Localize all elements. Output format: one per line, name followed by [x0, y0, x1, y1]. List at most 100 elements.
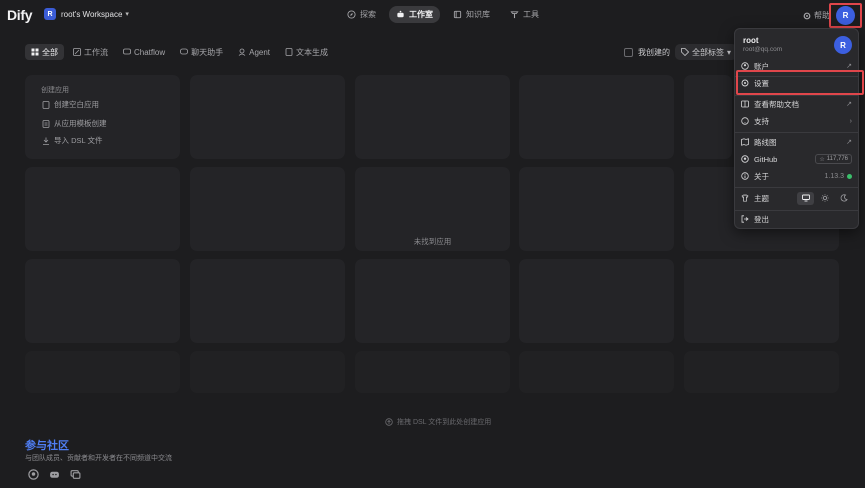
nav-tools-label: 工具 — [523, 10, 539, 19]
filter-chatflow[interactable]: Chatflow — [117, 44, 171, 60]
import-dsl-label: 导入 DSL 文件 — [54, 136, 103, 145]
gear-icon — [803, 12, 811, 19]
discord-icon[interactable] — [49, 469, 60, 480]
nav-knowledge-label: 知识库 — [466, 10, 490, 19]
book-icon — [453, 10, 462, 19]
create-from-template-label: 从应用模板创建 — [54, 119, 107, 128]
created-by-me-checkbox[interactable] — [624, 48, 633, 57]
theme-dark-button[interactable] — [835, 192, 852, 205]
app-card-placeholder — [190, 75, 345, 159]
version-text: 1.13.3 — [824, 172, 844, 180]
github-stars-count: 117,776 — [826, 156, 848, 162]
chevron-down-icon: ▾ — [125, 11, 129, 18]
menu-avatar: R — [834, 36, 852, 54]
app-card-placeholder — [355, 351, 510, 393]
create-blank-app-button[interactable]: 创建空白应用 — [42, 99, 99, 110]
theme-system-button[interactable] — [797, 191, 814, 205]
logo[interactable]: Dify — [7, 7, 33, 23]
dsl-drop-hint: 拖拽 DSL 文件到此处创建应用 — [385, 417, 491, 427]
created-by-me-toggle[interactable]: 我创建的 — [624, 47, 670, 58]
document-icon — [285, 48, 293, 56]
theme-switcher — [797, 191, 852, 205]
external-link-icon: ↗ — [846, 63, 852, 70]
workspace-badge: R — [44, 8, 56, 20]
filter-text-generation[interactable]: 文本生成 — [279, 44, 334, 60]
app-card-placeholder — [684, 351, 839, 393]
info-icon — [741, 172, 749, 180]
dsl-drop-hint-text: 拖拽 DSL 文件到此处创建应用 — [397, 419, 492, 426]
chat-bubble-icon — [180, 48, 189, 55]
menu-item-help-docs-label: 查看帮助文档 — [754, 99, 799, 109]
chatflow-icon — [123, 48, 131, 55]
sun-icon — [820, 194, 829, 202]
robot-icon — [397, 10, 404, 18]
menu-item-github[interactable]: GitHub ☆ 117,776 — [735, 151, 858, 167]
nav-knowledge[interactable]: 知识库 — [446, 6, 497, 23]
filter-workflow[interactable]: 工作流 — [67, 44, 114, 60]
help-button[interactable]: 帮助 — [803, 10, 830, 21]
app-card-placeholder — [355, 75, 510, 159]
filter-agent[interactable]: Agent — [232, 44, 276, 60]
app-card-placeholder — [190, 259, 345, 343]
import-icon — [43, 137, 49, 145]
star-icon: ☆ — [819, 156, 825, 163]
github-icon — [741, 155, 749, 163]
github-stars: ☆ 117,776 — [815, 154, 852, 164]
filter-all-label: 全部 — [42, 47, 58, 57]
theme-light-button[interactable] — [816, 192, 833, 205]
book-open-icon — [741, 100, 749, 108]
app-card-placeholder — [25, 351, 180, 393]
divider — [735, 187, 858, 188]
tags-filter-label: 全部标签 — [692, 47, 724, 57]
user-dropdown-menu: root root@qq.com R 账户 ↗ 设置 查看帮助文档 ↗ 支持 ›… — [734, 28, 859, 229]
menu-item-theme: 主题 — [735, 190, 858, 206]
filter-chatbot-label: 聊天助手 — [191, 47, 224, 57]
created-by-me-label: 我创建的 — [638, 48, 670, 57]
chevron-down-icon: ▾ — [727, 47, 732, 57]
grid-icon — [31, 48, 39, 56]
nav-tools[interactable]: 工具 — [503, 6, 546, 23]
agent-icon — [238, 48, 246, 56]
app-card-placeholder — [355, 259, 510, 343]
filter-chatbot[interactable]: 聊天助手 — [174, 44, 229, 60]
app-card-placeholder — [519, 259, 674, 343]
file-plus-icon — [42, 100, 50, 109]
menu-item-logout[interactable]: 登出 — [735, 211, 858, 227]
nav-explore[interactable]: 探索 — [340, 6, 383, 23]
workspace-name: root's Workspace — [61, 9, 123, 19]
menu-user-name: root — [743, 36, 759, 45]
menu-item-support-label: 支持 — [754, 116, 769, 126]
app-card-placeholder — [519, 167, 674, 251]
menu-item-support[interactable]: 支持 › — [735, 113, 858, 129]
menu-item-github-label: GitHub — [754, 154, 778, 164]
filter-workflow-label: 工作流 — [84, 47, 108, 57]
app-card-placeholder — [519, 75, 674, 159]
top-bar: Dify R root's Workspace ▾ 探索 工作室 知识库 工具 … — [0, 0, 865, 30]
filter-chatflow-label: Chatflow — [134, 47, 166, 57]
import-dsl-button[interactable]: 导入 DSL 文件 — [42, 135, 102, 146]
user-avatar-button[interactable]: R — [836, 6, 855, 25]
hammer-icon — [510, 11, 519, 19]
github-icon[interactable] — [28, 469, 39, 480]
user-circle-icon — [741, 62, 749, 70]
nav-studio[interactable]: 工作室 — [389, 6, 440, 23]
menu-item-roadmap[interactable]: 路线图 ↗ — [735, 134, 858, 150]
chevron-right-icon: › — [849, 117, 852, 125]
help-circle-icon — [741, 117, 749, 125]
create-from-template-button[interactable]: 从应用模板创建 — [42, 118, 107, 129]
filter-all[interactable]: 全部 — [25, 44, 64, 60]
menu-item-help-docs[interactable]: 查看帮助文档 ↗ — [735, 96, 858, 112]
tags-filter-dropdown[interactable]: 全部标签 ▾ — [675, 44, 738, 60]
app-card-placeholder — [25, 167, 180, 251]
monitor-icon — [801, 194, 810, 202]
logout-icon — [741, 215, 749, 223]
create-blank-app-label: 创建空白应用 — [54, 100, 99, 109]
forum-icon[interactable] — [70, 469, 81, 480]
menu-item-about[interactable]: 关于 1.13.3 — [735, 168, 858, 184]
menu-item-theme-label: 主题 — [754, 193, 769, 203]
github-stars-badge: ☆ 117,776 — [815, 154, 852, 164]
version-indicator: 1.13.3 — [825, 173, 852, 180]
settings-highlight-box — [736, 70, 864, 95]
app-card-placeholder — [684, 75, 732, 159]
workspace-switcher[interactable]: R root's Workspace ▾ — [44, 8, 129, 20]
